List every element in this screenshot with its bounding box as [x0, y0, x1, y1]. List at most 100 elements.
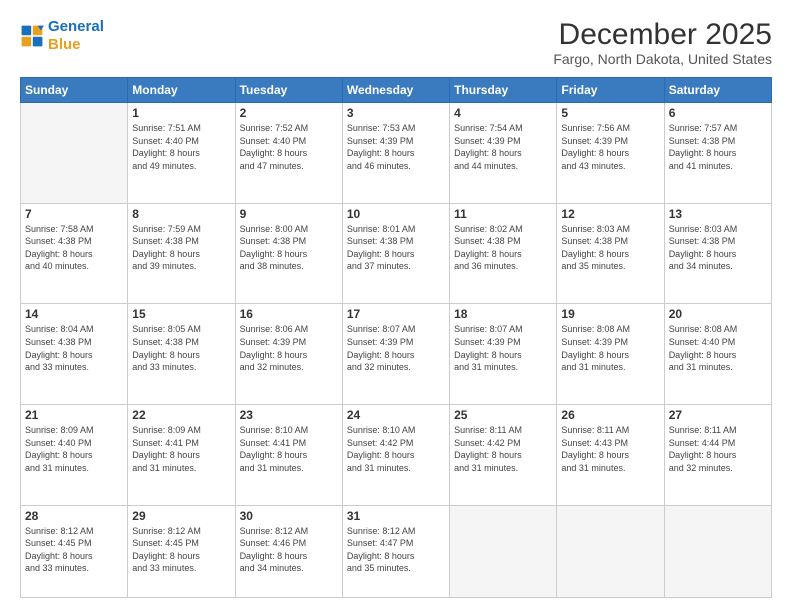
- day-info: Sunrise: 8:09 AMSunset: 4:41 PMDaylight:…: [132, 424, 230, 474]
- day-info: Sunrise: 7:59 AMSunset: 4:38 PMDaylight:…: [132, 223, 230, 273]
- day-info: Sunrise: 8:03 AMSunset: 4:38 PMDaylight:…: [561, 223, 659, 273]
- week-row-3: 14 Sunrise: 8:04 AMSunset: 4:38 PMDayligh…: [21, 304, 772, 405]
- day-number: 30: [240, 509, 338, 523]
- day-info: Sunrise: 8:12 AMSunset: 4:47 PMDaylight:…: [347, 525, 445, 575]
- day-info: Sunrise: 8:07 AMSunset: 4:39 PMDaylight:…: [347, 323, 445, 373]
- calendar-cell: 2 Sunrise: 7:52 AMSunset: 4:40 PMDaylight…: [235, 103, 342, 204]
- calendar-cell: 6Sunrise: 7:57 AMSunset: 4:38 PMDaylight…: [664, 103, 771, 204]
- day-info: Sunrise: 7:57 AMSunset: 4:38 PMDaylight:…: [669, 122, 767, 172]
- day-number: 8: [132, 207, 230, 221]
- day-number: 27: [669, 408, 767, 422]
- day-number: 19: [561, 307, 659, 321]
- day-info: Sunrise: 8:10 AMSunset: 4:41 PMDaylight:…: [240, 424, 338, 474]
- weekday-header-thursday: Thursday: [450, 78, 557, 103]
- day-number: 2: [240, 106, 338, 120]
- calendar-cell: 22 Sunrise: 8:09 AMSunset: 4:41 PMDayligh…: [128, 404, 235, 505]
- calendar-cell: 11 Sunrise: 8:02 AMSunset: 4:38 PMDayligh…: [450, 203, 557, 304]
- day-number: 24: [347, 408, 445, 422]
- day-info: Sunrise: 8:11 AMSunset: 4:44 PMDaylight:…: [669, 424, 767, 474]
- day-number: 21: [25, 408, 123, 422]
- calendar-cell: 18 Sunrise: 8:07 AMSunset: 4:39 PMDayligh…: [450, 304, 557, 405]
- calendar-cell: [664, 505, 771, 597]
- calendar-cell: 4 Sunrise: 7:54 AMSunset: 4:39 PMDaylight…: [450, 103, 557, 204]
- calendar-cell: 21Sunrise: 8:09 AMSunset: 4:40 PMDayligh…: [21, 404, 128, 505]
- calendar-cell: 20Sunrise: 8:08 AMSunset: 4:40 PMDayligh…: [664, 304, 771, 405]
- day-number: 22: [132, 408, 230, 422]
- week-row-4: 21Sunrise: 8:09 AMSunset: 4:40 PMDayligh…: [21, 404, 772, 505]
- day-number: 18: [454, 307, 552, 321]
- day-info: Sunrise: 8:02 AMSunset: 4:38 PMDaylight:…: [454, 223, 552, 273]
- day-info: Sunrise: 8:06 AMSunset: 4:39 PMDaylight:…: [240, 323, 338, 373]
- title-block: December 2025 Fargo, North Dakota, Unite…: [553, 18, 772, 67]
- day-info: Sunrise: 8:05 AMSunset: 4:38 PMDaylight:…: [132, 323, 230, 373]
- calendar-cell: 24Sunrise: 8:10 AMSunset: 4:42 PMDayligh…: [342, 404, 449, 505]
- calendar-cell: 12 Sunrise: 8:03 AMSunset: 4:38 PMDayligh…: [557, 203, 664, 304]
- day-number: 4: [454, 106, 552, 120]
- day-info: Sunrise: 7:56 AMSunset: 4:39 PMDaylight:…: [561, 122, 659, 172]
- day-info: Sunrise: 8:08 AMSunset: 4:39 PMDaylight:…: [561, 323, 659, 373]
- day-number: 11: [454, 207, 552, 221]
- day-info: Sunrise: 8:07 AMSunset: 4:39 PMDaylight:…: [454, 323, 552, 373]
- day-number: 15: [132, 307, 230, 321]
- day-number: 5: [561, 106, 659, 120]
- weekday-header-row: SundayMondayTuesdayWednesdayThursdayFrid…: [21, 78, 772, 103]
- day-number: 14: [25, 307, 123, 321]
- calendar-cell: 28 Sunrise: 8:12 AMSunset: 4:45 PMDayligh…: [21, 505, 128, 597]
- calendar-cell: 10Sunrise: 8:01 AMSunset: 4:38 PMDayligh…: [342, 203, 449, 304]
- calendar-cell: 30 Sunrise: 8:12 AMSunset: 4:46 PMDayligh…: [235, 505, 342, 597]
- calendar-cell: 26Sunrise: 8:11 AMSunset: 4:43 PMDayligh…: [557, 404, 664, 505]
- day-number: 13: [669, 207, 767, 221]
- calendar-cell: 1 Sunrise: 7:51 AMSunset: 4:40 PMDaylight…: [128, 103, 235, 204]
- calendar-cell: 27 Sunrise: 8:11 AMSunset: 4:44 PMDayligh…: [664, 404, 771, 505]
- weekday-header-friday: Friday: [557, 78, 664, 103]
- logo-general: General: [48, 18, 104, 35]
- day-info: Sunrise: 8:12 AMSunset: 4:45 PMDaylight:…: [132, 525, 230, 575]
- calendar-cell: [21, 103, 128, 204]
- day-number: 3: [347, 106, 445, 120]
- day-info: Sunrise: 8:12 AMSunset: 4:46 PMDaylight:…: [240, 525, 338, 575]
- weekday-header-wednesday: Wednesday: [342, 78, 449, 103]
- calendar-page: General Blue December 2025 Fargo, North …: [0, 0, 792, 612]
- day-number: 28: [25, 509, 123, 523]
- calendar-cell: 31 Sunrise: 8:12 AMSunset: 4:47 PMDayligh…: [342, 505, 449, 597]
- calendar-subtitle: Fargo, North Dakota, United States: [553, 51, 772, 67]
- day-info: Sunrise: 8:11 AMSunset: 4:42 PMDaylight:…: [454, 424, 552, 474]
- week-row-1: 1 Sunrise: 7:51 AMSunset: 4:40 PMDaylight…: [21, 103, 772, 204]
- day-info: Sunrise: 8:00 AMSunset: 4:38 PMDaylight:…: [240, 223, 338, 273]
- weekday-header-tuesday: Tuesday: [235, 78, 342, 103]
- day-info: Sunrise: 8:04 AMSunset: 4:38 PMDaylight:…: [25, 323, 123, 373]
- day-number: 12: [561, 207, 659, 221]
- day-info: Sunrise: 7:51 AMSunset: 4:40 PMDaylight:…: [132, 122, 230, 172]
- calendar-cell: 9Sunrise: 8:00 AMSunset: 4:38 PMDaylight…: [235, 203, 342, 304]
- calendar-cell: 3 Sunrise: 7:53 AMSunset: 4:39 PMDaylight…: [342, 103, 449, 204]
- week-row-2: 7Sunrise: 7:58 AMSunset: 4:38 PMDaylight…: [21, 203, 772, 304]
- day-number: 20: [669, 307, 767, 321]
- day-info: Sunrise: 7:53 AMSunset: 4:39 PMDaylight:…: [347, 122, 445, 172]
- day-number: 31: [347, 509, 445, 523]
- calendar-table: SundayMondayTuesdayWednesdayThursdayFrid…: [20, 77, 772, 598]
- calendar-cell: 5 Sunrise: 7:56 AMSunset: 4:39 PMDaylight…: [557, 103, 664, 204]
- calendar-cell: 15 Sunrise: 8:05 AMSunset: 4:38 PMDayligh…: [128, 304, 235, 405]
- calendar-title: December 2025: [553, 18, 772, 51]
- day-number: 17: [347, 307, 445, 321]
- day-info: Sunrise: 7:52 AMSunset: 4:40 PMDaylight:…: [240, 122, 338, 172]
- day-number: 29: [132, 509, 230, 523]
- day-info: Sunrise: 8:03 AMSunset: 4:38 PMDaylight:…: [669, 223, 767, 273]
- logo: General Blue: [20, 18, 104, 54]
- weekday-header-monday: Monday: [128, 78, 235, 103]
- day-info: Sunrise: 8:11 AMSunset: 4:43 PMDaylight:…: [561, 424, 659, 474]
- day-info: Sunrise: 8:01 AMSunset: 4:38 PMDaylight:…: [347, 223, 445, 273]
- calendar-cell: 29 Sunrise: 8:12 AMSunset: 4:45 PMDayligh…: [128, 505, 235, 597]
- calendar-cell: 17 Sunrise: 8:07 AMSunset: 4:39 PMDayligh…: [342, 304, 449, 405]
- logo-text: General Blue: [48, 18, 104, 54]
- calendar-cell: 23 Sunrise: 8:10 AMSunset: 4:41 PMDayligh…: [235, 404, 342, 505]
- calendar-header: General Blue December 2025 Fargo, North …: [20, 18, 772, 67]
- day-number: 23: [240, 408, 338, 422]
- calendar-cell: 16Sunrise: 8:06 AMSunset: 4:39 PMDayligh…: [235, 304, 342, 405]
- calendar-cell: 13 Sunrise: 8:03 AMSunset: 4:38 PMDayligh…: [664, 203, 771, 304]
- day-number: 1: [132, 106, 230, 120]
- calendar-cell: [557, 505, 664, 597]
- day-info: Sunrise: 7:54 AMSunset: 4:39 PMDaylight:…: [454, 122, 552, 172]
- week-row-5: 28 Sunrise: 8:12 AMSunset: 4:45 PMDayligh…: [21, 505, 772, 597]
- day-info: Sunrise: 8:12 AMSunset: 4:45 PMDaylight:…: [25, 525, 123, 575]
